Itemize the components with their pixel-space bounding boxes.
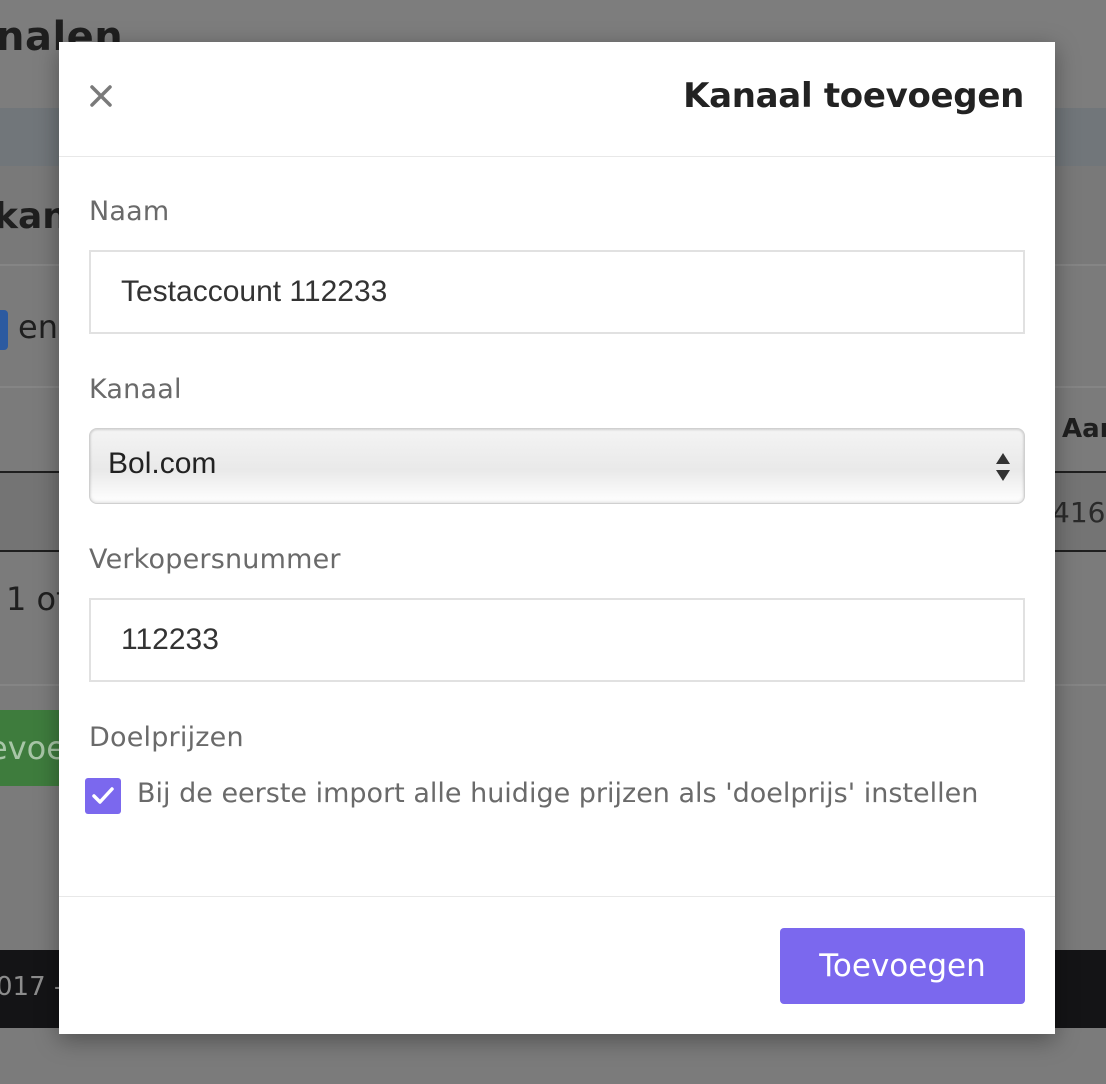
bg-row-value: 416 (1052, 496, 1106, 529)
bg-column-header: Aan (1062, 414, 1106, 444)
add-channel-modal: Kanaal toevoegen Naam Kanaal Bol.com Ver… (59, 42, 1055, 1034)
modal-footer-divider (59, 896, 1055, 897)
checkmark-icon (92, 787, 114, 804)
bg-toggle (0, 310, 8, 350)
seller-number-input[interactable] (89, 598, 1025, 682)
target-prices-checkbox[interactable] (85, 778, 121, 814)
target-prices-label: Doelprijzen (89, 722, 244, 753)
close-icon (90, 85, 112, 107)
seller-number-label: Verkopersnummer (89, 544, 341, 575)
name-input[interactable] (89, 250, 1025, 334)
bg-section-title: kan (0, 196, 68, 237)
channel-label: Kanaal (89, 374, 182, 405)
modal-header: Kanaal toevoegen (59, 42, 1055, 157)
modal-title: Kanaal toevoegen (683, 76, 1024, 116)
select-arrows-icon (996, 453, 1010, 481)
channel-select-value: Bol.com (108, 447, 217, 480)
close-button[interactable] (85, 80, 117, 112)
bg-toggle-label: en (18, 308, 58, 346)
name-label: Naam (89, 196, 170, 227)
target-prices-checkbox-label[interactable]: Bij de eerste import alle huidige prijze… (137, 778, 978, 809)
add-button[interactable]: Toevoegen (780, 928, 1025, 1004)
channel-select[interactable]: Bol.com (89, 428, 1025, 504)
